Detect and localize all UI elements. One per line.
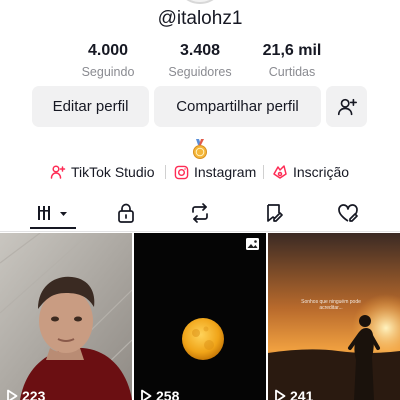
instagram-icon <box>174 165 189 179</box>
play-icon <box>7 389 18 400</box>
view-count: 241 <box>274 388 313 400</box>
tabs-divider <box>0 231 400 232</box>
subscription-icon <box>273 165 287 179</box>
view-count: 223 <box>6 388 45 400</box>
moon-thumbnail-image <box>134 233 266 400</box>
link-divider <box>263 165 264 179</box>
profile-links: TikTok Studio Instagram Inscrição <box>0 162 400 182</box>
tab-reposts[interactable] <box>182 198 218 228</box>
medal-icon <box>193 139 207 159</box>
video-thumbnail[interactable]: 223 <box>0 233 132 400</box>
liked-heart-icon <box>338 204 358 222</box>
view-count-value: 241 <box>290 388 314 400</box>
active-tab-indicator <box>30 227 76 229</box>
inscricao-label: Inscrição <box>293 164 350 180</box>
likes-count: 21,6 mil <box>262 42 322 59</box>
sunset-thumbnail-image <box>268 233 400 400</box>
video-grid: 223 258 Sonhos que ninguém pode acredita… <box>0 233 400 400</box>
tab-videos[interactable] <box>30 198 76 228</box>
tiktok-studio-label: TikTok Studio <box>71 164 155 180</box>
followers-label: Seguidores <box>168 65 232 79</box>
videos-grid-icon <box>38 206 67 220</box>
play-icon <box>141 389 152 400</box>
link-tiktok-studio[interactable]: TikTok Studio <box>50 162 155 182</box>
instagram-label: Instagram <box>194 164 257 180</box>
play-icon <box>275 389 286 400</box>
video-caption: Sonhos que ninguém pode acreditar... <box>301 299 361 311</box>
selfie-thumbnail-image <box>0 233 132 400</box>
followers-count: 3.408 <box>179 42 221 59</box>
tab-liked[interactable] <box>330 198 366 228</box>
share-profile-button[interactable]: Compartilhar perfil <box>154 86 321 127</box>
stat-followers[interactable]: 3.408 Seguidores <box>154 42 246 79</box>
likes-label: Curtidas <box>268 65 316 79</box>
video-thumbnail[interactable]: Sonhos que ninguém pode acreditar... 241 <box>268 233 400 400</box>
link-divider <box>165 165 166 179</box>
view-count-value: 258 <box>156 388 180 400</box>
edit-profile-button[interactable]: Editar perfil <box>32 86 149 127</box>
tab-saved[interactable] <box>256 198 292 228</box>
link-inscricao[interactable]: Inscrição <box>272 162 349 182</box>
stat-likes[interactable]: 21,6 mil Curtidas <box>246 42 338 79</box>
view-count: 258 <box>140 388 179 400</box>
username: @italohz1 <box>157 8 243 29</box>
stat-following[interactable]: 4.000 Seguindo <box>62 42 154 79</box>
following-count: 4.000 <box>87 42 129 59</box>
tiktok-studio-icon <box>50 165 66 179</box>
profile-tabs <box>0 198 400 230</box>
lock-icon <box>118 203 134 223</box>
photo-icon <box>246 238 259 250</box>
following-label: Seguindo <box>81 65 135 79</box>
avatar[interactable] <box>175 0 225 4</box>
view-count-value: 223 <box>22 388 46 400</box>
add-friend-icon <box>337 98 357 115</box>
video-thumbnail[interactable]: 258 <box>134 233 266 400</box>
tab-private[interactable] <box>108 198 144 228</box>
profile-stats: 4.000 Seguindo 3.408 Seguidores 21,6 mil… <box>62 42 338 82</box>
link-instagram[interactable]: Instagram <box>174 162 256 182</box>
repost-icon <box>192 203 208 223</box>
bookmark-icon <box>267 204 283 222</box>
add-friend-button[interactable] <box>326 86 367 127</box>
